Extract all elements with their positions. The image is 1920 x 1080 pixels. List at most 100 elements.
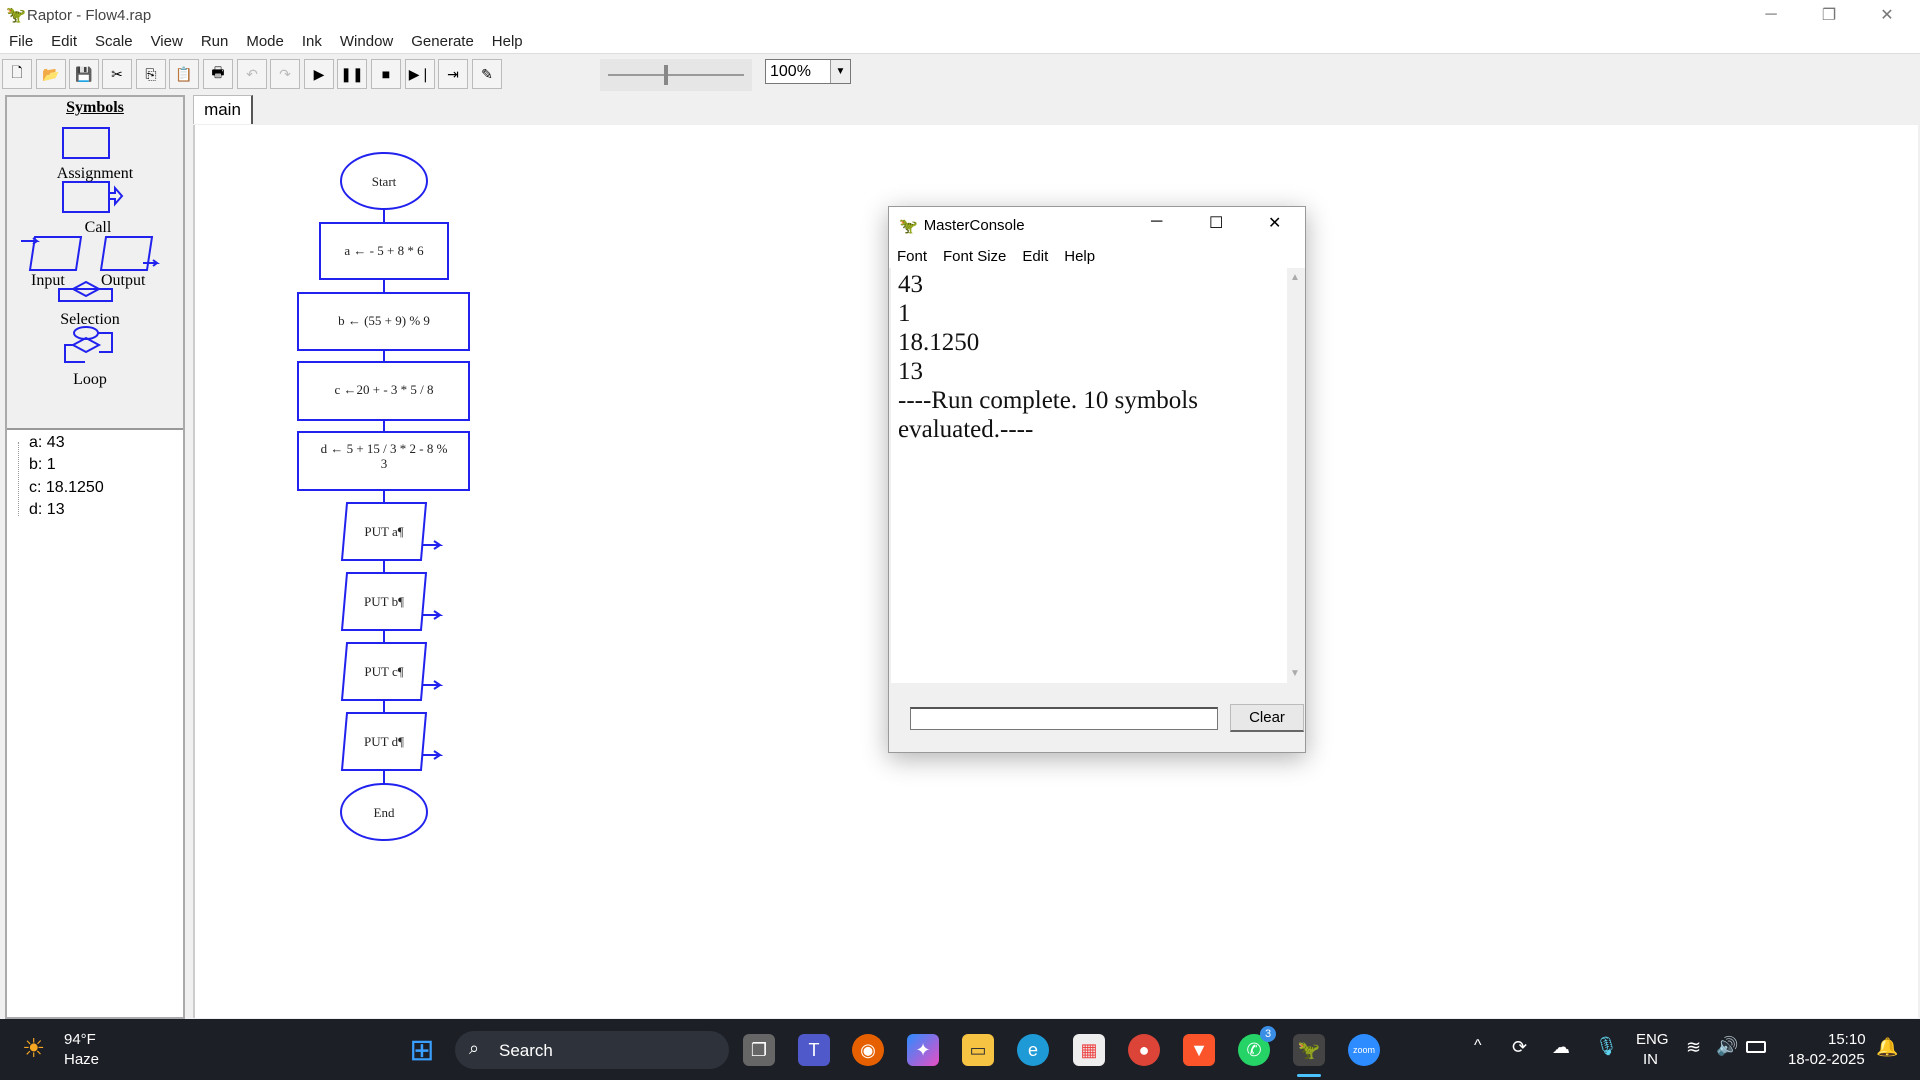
console-title: MasterConsole [923, 217, 1025, 234]
symbol-loop[interactable]: Loop [7, 371, 173, 389]
sync-icon[interactable]: ⟳ [1512, 1037, 1527, 1058]
step-icon[interactable]: ▶❘ [405, 59, 435, 89]
console-scrollbar[interactable]: ▲ ▼ [1287, 268, 1304, 683]
console-input[interactable] [910, 707, 1218, 730]
console-close-button[interactable]: ✕ [1268, 213, 1281, 233]
volume-icon[interactable]: 🔊 [1716, 1036, 1738, 1057]
menu-generate[interactable]: Generate [402, 33, 483, 50]
tab-main[interactable]: main [193, 95, 253, 124]
assignment-a-label: a ← - 5 + 8 * 6 [344, 243, 424, 258]
language-eng[interactable]: ENG [1636, 1031, 1669, 1048]
menu-run[interactable]: Run [192, 33, 238, 50]
weather-desc[interactable]: Haze [64, 1051, 99, 1068]
close-button[interactable]: ✕ [1858, 0, 1916, 30]
run-icon[interactable]: ▶ [304, 59, 334, 89]
variable-b[interactable]: b: 1 [29, 456, 56, 474]
pause-icon[interactable]: ❚❚ [337, 59, 367, 89]
restore-button[interactable]: ❐ [1800, 0, 1858, 30]
notification-bell-icon[interactable]: 🔔 [1876, 1037, 1898, 1058]
variable-a[interactable]: a: 43 [29, 434, 65, 452]
output-line: 18.1250 [898, 329, 980, 356]
variables-tree: a: 43 b: 1 c: 18.1250 d: 13 [7, 428, 183, 1017]
output-b-label: PUT b¶ [364, 594, 404, 609]
weather-icon[interactable]: ☀ [22, 1033, 45, 1064]
clock-time[interactable]: 15:10 [1828, 1031, 1866, 1048]
onedrive-icon[interactable]: ☁ [1552, 1037, 1570, 1058]
redo-icon[interactable]: ↷ [270, 59, 300, 89]
weather-temp[interactable]: 94°F [64, 1031, 96, 1048]
task-view-icon[interactable]: ❐ [743, 1034, 775, 1066]
search-box[interactable]: ⌕ Search [455, 1031, 729, 1069]
taskbar: ☀ 94°F Haze ⊞ ⌕ Search ❐ T ◉ ✦ ▭ e ▦ ● ▼… [0, 1019, 1920, 1080]
language-in[interactable]: IN [1643, 1051, 1658, 1068]
clear-button[interactable]: Clear [1230, 704, 1304, 732]
symbol-assignment[interactable]: Assignment [7, 165, 183, 183]
raptor-taskbar-icon[interactable]: 🦖 [1293, 1034, 1325, 1066]
open-icon[interactable]: 📂 [36, 59, 66, 89]
symbol-output[interactable]: Output [101, 272, 145, 290]
zoom-value: 100% [770, 63, 811, 80]
file-explorer-icon[interactable]: ▭ [962, 1034, 994, 1066]
title-bar: 🦖 Raptor - Flow4.rap ─ ❐ ✕ [0, 0, 1920, 30]
menu-edit[interactable]: Edit [42, 33, 86, 50]
console-menu-edit[interactable]: Edit [1014, 248, 1056, 265]
windows-start-icon[interactable]: ⊞ [406, 1034, 438, 1067]
scroll-down-icon[interactable]: ▼ [1290, 668, 1300, 679]
chrome-icon[interactable]: ● [1128, 1034, 1160, 1066]
slider-thumb[interactable] [664, 65, 668, 85]
menu-view[interactable]: View [142, 33, 192, 50]
console-minimize-button[interactable]: ─ [1151, 213, 1162, 231]
wifi-icon[interactable]: ≋ [1686, 1037, 1701, 1058]
scroll-up-icon[interactable]: ▲ [1290, 272, 1300, 283]
step-into-icon[interactable]: ⇥ [438, 59, 468, 89]
show-hidden-icons-icon[interactable]: ^ [1474, 1037, 1482, 1055]
variable-c[interactable]: c: 18.1250 [29, 479, 104, 497]
raptor-logo-icon: 🦖 [6, 7, 26, 24]
menu-ink[interactable]: Ink [293, 33, 331, 50]
symbol-call[interactable]: Call [7, 219, 183, 237]
store-icon[interactable]: ▦ [1073, 1034, 1105, 1066]
variable-d[interactable]: d: 13 [29, 501, 65, 519]
start-label: Start [372, 174, 397, 189]
undo-icon[interactable]: ↶ [237, 59, 267, 89]
output-c-label: PUT c¶ [364, 664, 403, 679]
new-icon[interactable]: 🗋 [2, 59, 32, 89]
pen-icon[interactable]: ✎ [472, 59, 502, 89]
clock-date[interactable]: 18-02-2025 [1788, 1051, 1865, 1068]
console-menu-font[interactable]: Font [889, 248, 935, 265]
brave-icon[interactable]: ▼ [1183, 1034, 1215, 1066]
console-menu-help[interactable]: Help [1056, 248, 1103, 265]
cut-icon[interactable]: ✂ [102, 59, 132, 89]
zoom-select[interactable]: 100% ▼ [765, 59, 851, 84]
copy-icon[interactable]: ⎘ [136, 59, 166, 89]
menu-window[interactable]: Window [331, 33, 402, 50]
firefox-icon[interactable]: ◉ [852, 1034, 884, 1066]
print-icon[interactable]: 🖶 [203, 59, 233, 89]
zoom-icon[interactable]: zoom [1348, 1034, 1380, 1066]
zoom-slider[interactable] [600, 59, 752, 91]
menu-file[interactable]: File [0, 33, 42, 50]
console-menu-font-size[interactable]: Font Size [935, 248, 1014, 265]
menu-mode[interactable]: Mode [237, 33, 293, 50]
chevron-down-icon[interactable]: ▼ [830, 60, 850, 83]
microphone-icon[interactable]: 🎙 [1595, 1036, 1618, 1057]
search-icon: ⌕ [469, 1038, 480, 1058]
battery-icon[interactable] [1746, 1041, 1766, 1053]
console-maximize-button[interactable]: ☐ [1209, 213, 1223, 233]
edge-icon[interactable]: e [1017, 1034, 1049, 1066]
output-symbol-icon [99, 236, 160, 271]
teams-icon[interactable]: T [798, 1034, 830, 1066]
minimize-button[interactable]: ─ [1742, 0, 1800, 30]
menu-help[interactable]: Help [483, 33, 532, 50]
whatsapp-icon[interactable]: ✆ 3 [1238, 1026, 1276, 1066]
console-output[interactable]: 43 1 18.1250 13 ----Run complete. 10 sym… [891, 268, 1287, 683]
copilot-icon[interactable]: ✦ [907, 1034, 939, 1066]
paste-icon[interactable]: 📋 [169, 59, 199, 89]
save-icon[interactable]: 💾 [69, 59, 99, 89]
end-label: End [374, 805, 395, 820]
input-symbol-icon [21, 236, 83, 271]
symbol-input[interactable]: Input [31, 272, 65, 290]
stop-icon[interactable]: ■ [371, 59, 401, 89]
menu-scale[interactable]: Scale [86, 33, 142, 50]
symbol-selection[interactable]: Selection [7, 311, 173, 329]
